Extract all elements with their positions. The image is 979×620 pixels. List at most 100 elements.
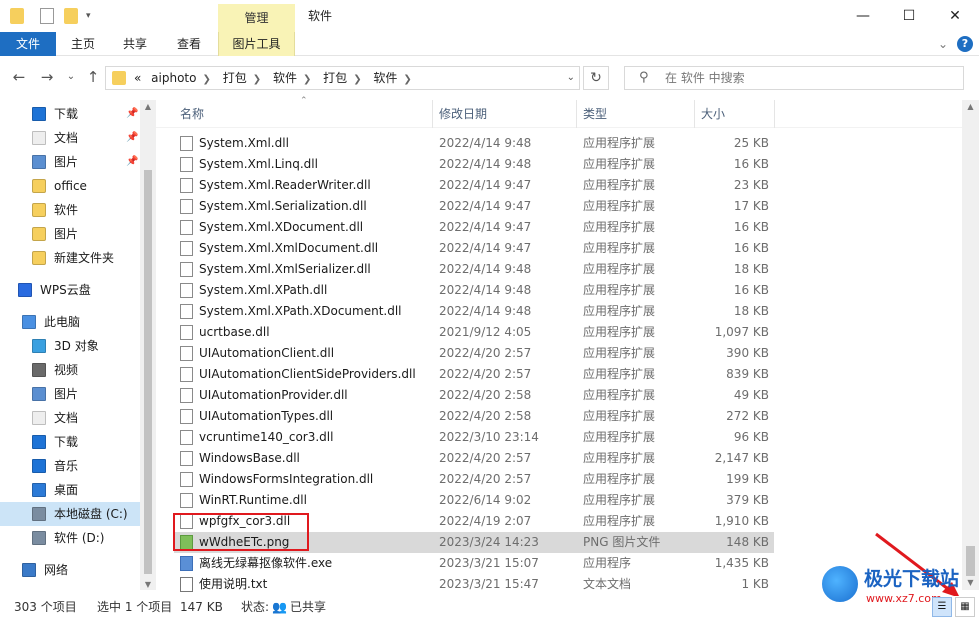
dll-file-icon: [180, 136, 193, 151]
chevron-right-icon[interactable]: ❯: [202, 74, 210, 85]
sidebar-item[interactable]: 图片: [0, 382, 140, 406]
sidebar-item[interactable]: 视频: [0, 358, 140, 382]
sidebar-item[interactable]: WPS云盘: [0, 278, 140, 302]
refresh-button[interactable]: ↻: [583, 66, 609, 90]
recent-locations-button[interactable]: ⌄: [60, 66, 82, 88]
sidebar-item[interactable]: 软件 (D:): [0, 526, 140, 550]
help-icon[interactable]: ?: [957, 36, 973, 52]
new-folder-icon[interactable]: [64, 8, 78, 24]
file-row[interactable]: WinRT.Runtime.dll 2022/6/14 9:02 应用程序扩展 379…: [174, 490, 774, 511]
file-row[interactable]: System.Xml.XPath.XDocument.dll 2022/4/14 …: [174, 301, 774, 322]
minimize-button[interactable]: —: [840, 0, 886, 32]
file-row[interactable]: System.Xml.XmlSerializer.dll 2022/4/14 9:…: [174, 259, 774, 280]
file-row[interactable]: UIAutomationProvider.dll 2022/4/20 2:58 应用…: [174, 385, 774, 406]
sidebar-item[interactable]: 音乐: [0, 454, 140, 478]
sidebar-item[interactable]: office: [0, 174, 140, 198]
tab-picture-tools[interactable]: 图片工具: [218, 32, 295, 56]
chevron-down-icon[interactable]: ⌄: [567, 67, 575, 89]
sidebar-item-label: 新建文件夹: [54, 251, 115, 265]
file-row[interactable]: UIAutomationClient.dll 2022/4/20 2:57 应用程序…: [174, 343, 774, 364]
file-date: 2022/4/14 9:48: [439, 304, 532, 318]
maximize-button[interactable]: ☐: [886, 0, 932, 32]
sidebar-item[interactable]: 下载 📌: [0, 102, 140, 126]
sidebar-item[interactable]: 图片 📌: [0, 150, 140, 174]
sidebar-item[interactable]: 新建文件夹: [0, 246, 140, 270]
tab-file[interactable]: 文件: [0, 32, 56, 56]
file-row[interactable]: vcruntime140_cor3.dll 2022/3/10 23:14 应用程序…: [174, 427, 774, 448]
column-header-date[interactable]: 修改日期: [433, 100, 577, 128]
scrollbar-thumb[interactable]: [144, 170, 152, 574]
file-row[interactable]: WindowsBase.dll 2022/4/20 2:57 应用程序扩展 2,147…: [174, 448, 774, 469]
sidebar-item[interactable]: 文档 📌: [0, 126, 140, 150]
shared-icon: 👥: [272, 600, 287, 614]
properties-icon[interactable]: [40, 8, 54, 24]
document-icon: [32, 131, 46, 145]
search-input[interactable]: ⚲ 在 软件 中搜索: [624, 66, 964, 90]
scroll-up-arrow[interactable]: ▲: [140, 102, 156, 116]
drive-icon: [32, 531, 46, 545]
breadcrumb-overflow[interactable]: «: [134, 71, 141, 85]
file-row[interactable]: WindowsFormsIntegration.dll 2022/4/20 2:5…: [174, 469, 774, 490]
close-button[interactable]: ✕: [932, 0, 978, 32]
back-button[interactable]: ←: [8, 66, 30, 88]
chevron-right-icon[interactable]: ❯: [403, 74, 411, 85]
scroll-up-arrow[interactable]: ▲: [962, 102, 979, 116]
forward-button[interactable]: →: [36, 66, 58, 88]
dll-file-icon: [180, 220, 193, 235]
file-row[interactable]: ucrtbase.dll 2021/9/12 4:05 应用程序扩展 1,097 KB: [174, 322, 774, 343]
chevron-right-icon[interactable]: ❯: [303, 74, 311, 85]
sidebar-item[interactable]: 下载: [0, 430, 140, 454]
file-type: 应用程序扩展: [583, 136, 656, 150]
chevron-right-icon[interactable]: ❯: [253, 74, 261, 85]
breadcrumb-item[interactable]: 打包: [323, 71, 347, 85]
file-date: 2022/4/14 9:47: [439, 178, 532, 192]
large-icons-view-button[interactable]: ▦: [955, 597, 975, 617]
share-status: 已共享: [290, 600, 327, 614]
address-bar[interactable]: « aiphoto ❯ 打包 ❯ 软件 ❯ 打包 ❯ 软件 ❯ ⌄: [105, 66, 580, 90]
file-row[interactable]: System.Xml.Linq.dll 2022/4/14 9:48 应用程序扩展 1…: [174, 154, 774, 175]
up-button[interactable]: ↑: [82, 66, 104, 88]
dll-file-icon: [180, 430, 193, 445]
sidebar-item[interactable]: 此电脑: [0, 310, 140, 334]
file-row[interactable]: System.Xml.Serialization.dll 2022/4/14 9:…: [174, 196, 774, 217]
breadcrumb-item[interactable]: 软件: [373, 71, 397, 85]
file-row[interactable]: UIAutomationTypes.dll 2022/4/20 2:58 应用程序扩…: [174, 406, 774, 427]
column-header-type[interactable]: 类型: [577, 100, 695, 128]
sidebar-item[interactable]: 网络: [0, 558, 140, 582]
sidebar-item[interactable]: 文档: [0, 406, 140, 430]
file-row[interactable]: UIAutomationClientSideProviders.dll 2022/…: [174, 364, 774, 385]
file-date: 2023/3/21 15:47: [439, 577, 539, 591]
sidebar-item[interactable]: 本地磁盘 (C:): [0, 502, 140, 526]
file-row[interactable]: System.Xml.dll 2022/4/14 9:48 应用程序扩展 25 KB: [174, 133, 774, 154]
details-view-button[interactable]: ☰: [932, 597, 952, 617]
expand-ribbon-icon[interactable]: ⌄: [938, 32, 948, 56]
file-row[interactable]: System.Xml.XmlDocument.dll 2022/4/14 9:47…: [174, 238, 774, 259]
file-row[interactable]: System.Xml.ReaderWriter.dll 2022/4/14 9:4…: [174, 175, 774, 196]
column-header-size[interactable]: 大小: [695, 100, 775, 128]
file-row[interactable]: 离线无绿幕抠像软件.exe 2023/3/21 15:07 应用程序 1,435 KB: [174, 553, 774, 574]
sidebar-item[interactable]: 3D 对象: [0, 334, 140, 358]
sidebar-scrollbar[interactable]: ▲ ▼: [140, 100, 156, 590]
sidebar-item-label: 视频: [54, 363, 79, 377]
pictures-icon: [32, 155, 46, 169]
tab-view[interactable]: 查看: [166, 32, 212, 56]
selected-size: 147 KB: [180, 600, 223, 614]
customize-toolbar-icon[interactable]: ▾: [86, 8, 100, 24]
file-row[interactable]: 使用说明.txt 2023/3/21 15:47 文本文档 1 KB: [174, 574, 774, 595]
breadcrumb-item[interactable]: aiphoto: [151, 71, 196, 85]
file-date: 2022/4/20 2:57: [439, 367, 532, 381]
file-type: 应用程序扩展: [583, 157, 656, 171]
file-list-scrollbar[interactable]: ▲ ▼: [962, 100, 979, 590]
tab-home[interactable]: 主页: [60, 32, 106, 56]
scroll-down-arrow[interactable]: ▼: [140, 580, 156, 594]
breadcrumb-item[interactable]: 软件: [273, 71, 297, 85]
file-row[interactable]: System.Xml.XDocument.dll 2022/4/14 9:47 应用…: [174, 217, 774, 238]
tab-share[interactable]: 共享: [112, 32, 158, 56]
file-row[interactable]: System.Xml.XPath.dll 2022/4/14 9:48 应用程序扩展…: [174, 280, 774, 301]
chevron-right-icon[interactable]: ❯: [353, 74, 361, 85]
desktop-icon: [32, 483, 46, 497]
sidebar-item[interactable]: 桌面: [0, 478, 140, 502]
sidebar-item[interactable]: 图片: [0, 222, 140, 246]
breadcrumb-item[interactable]: 打包: [223, 71, 247, 85]
sidebar-item[interactable]: 软件: [0, 198, 140, 222]
